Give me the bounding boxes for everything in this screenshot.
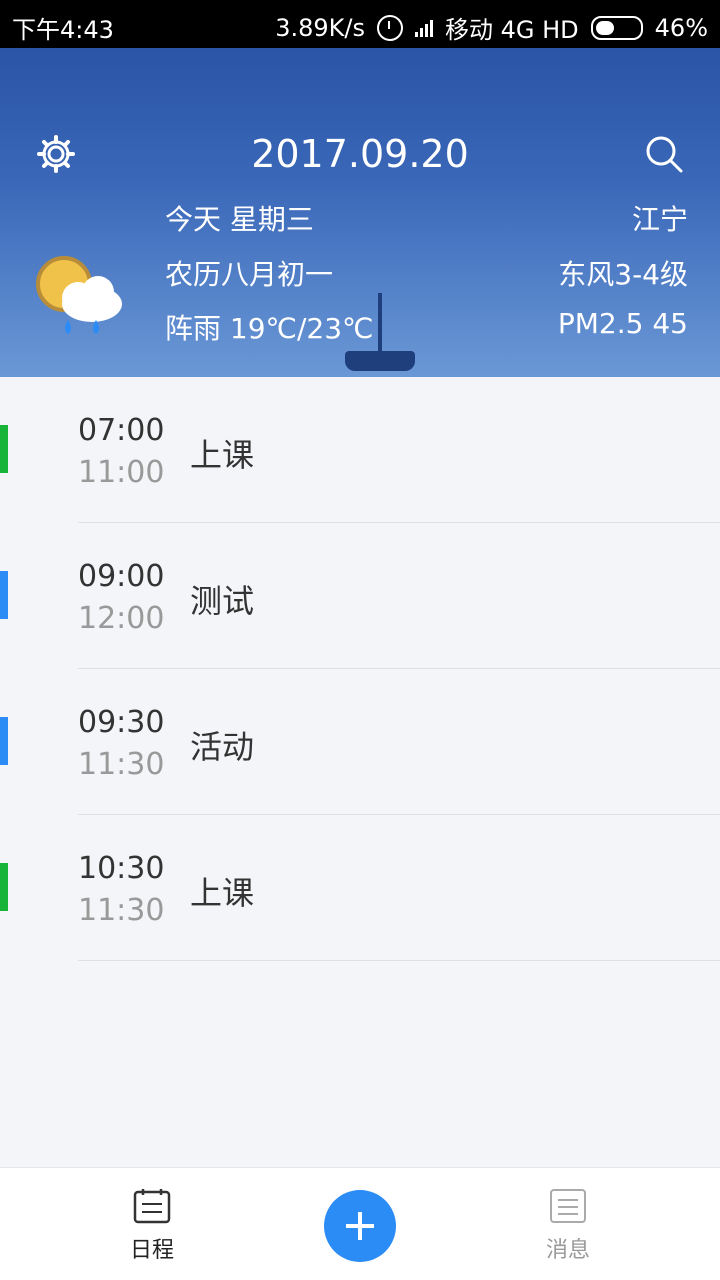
tab-messages[interactable]: 消息 — [528, 1188, 608, 1264]
header: 2017.09.20 今天 星期三 农历八月初一 阵雨 19℃/23℃ 江宁 东… — [0, 48, 720, 377]
weather-icon — [30, 248, 126, 344]
add-event-button[interactable] — [324, 1190, 396, 1262]
battery-percent: 46% — [654, 13, 708, 42]
wind-label: 东风3-4级 — [558, 258, 688, 291]
status-time: 下午4:43 — [12, 16, 114, 44]
app-screen: 下午4:43 3.89K/s 移动 4G HD 46% 2017.09.20 今… — [0, 0, 720, 1280]
event-color-bar — [0, 425, 8, 473]
event-color-bar — [0, 571, 8, 619]
event-color-bar — [0, 717, 8, 765]
tab-schedule[interactable]: 日程 — [112, 1188, 192, 1264]
weather-text: 阵雨 19℃/23℃ — [165, 312, 374, 345]
battery-icon — [590, 15, 643, 40]
event-row[interactable]: 10:30 11:30 上课 — [0, 815, 720, 961]
event-color-bar — [0, 863, 8, 911]
event-end-time: 11:00 — [78, 455, 165, 490]
date-title: 2017.09.20 — [251, 132, 469, 176]
calendar-icon — [133, 1188, 171, 1224]
pm25-label: PM2.5 45 — [557, 307, 688, 340]
event-start-time: 07:00 — [78, 413, 165, 448]
event-list: 07:00 11:00 上课 09:00 12:00 测试 09:30 11:3… — [0, 377, 720, 1167]
today-label: 今天 星期三 — [165, 203, 314, 236]
status-right-group: 3.89K/s 移动 4G HD 46% — [275, 10, 708, 45]
event-row[interactable]: 09:30 11:30 活动 — [0, 669, 720, 815]
alarm-icon — [377, 14, 403, 41]
event-start-time: 09:00 — [78, 559, 165, 594]
event-end-time: 11:30 — [78, 893, 165, 928]
event-title: 测试 — [190, 582, 255, 620]
lunar-date: 农历八月初一 — [165, 258, 334, 291]
event-start-time: 09:30 — [78, 705, 165, 740]
location-label: 江宁 — [631, 203, 688, 236]
event-title: 上课 — [190, 874, 255, 912]
tab-label: 消息 — [545, 1238, 590, 1263]
message-icon — [549, 1188, 587, 1224]
event-row[interactable]: 07:00 11:00 上课 — [0, 377, 720, 523]
signal-icon — [415, 19, 433, 37]
status-bar: 下午4:43 3.89K/s 移动 4G HD 46% — [0, 0, 720, 48]
row-divider — [78, 960, 720, 961]
carrier-label: 移动 4G HD — [445, 16, 579, 44]
tab-label: 日程 — [129, 1238, 174, 1263]
event-end-time: 11:30 — [78, 747, 165, 782]
search-icon[interactable] — [644, 134, 684, 174]
event-title: 上课 — [190, 436, 255, 474]
event-title: 活动 — [190, 728, 255, 766]
event-row[interactable]: 09:00 12:00 测试 — [0, 523, 720, 669]
event-end-time: 12:00 — [78, 601, 165, 636]
event-start-time: 10:30 — [78, 851, 165, 886]
network-speed: 3.89K/s — [275, 13, 365, 42]
